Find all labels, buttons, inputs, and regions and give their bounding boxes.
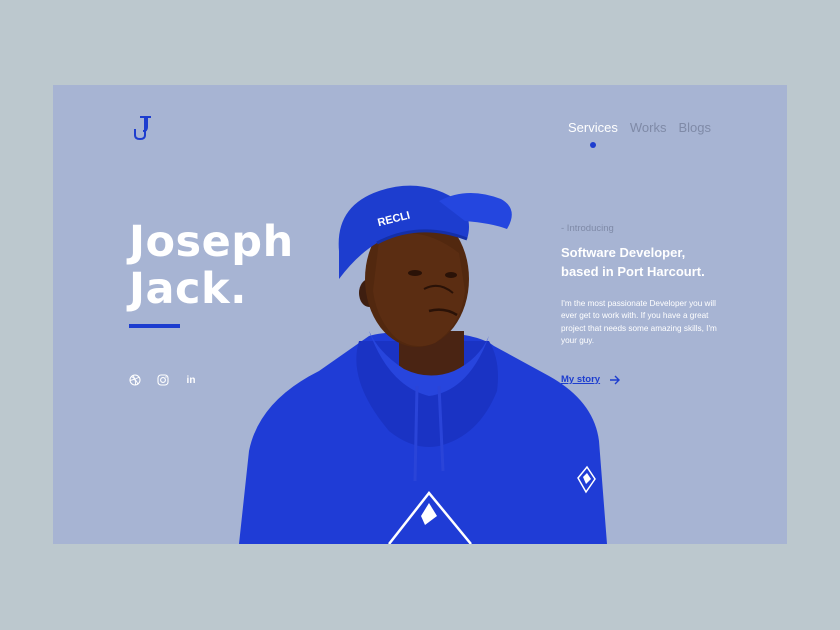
- headline-line-1: Software Developer,: [561, 245, 686, 260]
- nav-item-label: Blogs: [678, 120, 711, 135]
- dribbble-icon[interactable]: [129, 374, 141, 386]
- description: I'm the most passionate Developer you wi…: [561, 299, 717, 345]
- portrait-image: RECLI: [239, 185, 607, 544]
- arrow-right-icon: [610, 375, 621, 384]
- logo-icon[interactable]: [129, 113, 155, 141]
- social-links: in: [129, 374, 197, 386]
- headline-line-2: based in Port Harcourt.: [561, 264, 705, 279]
- active-indicator: [589, 142, 596, 148]
- intro-tag: - Introducing: [561, 223, 614, 234]
- nav-item-services[interactable]: Services: [568, 120, 618, 148]
- my-story-link[interactable]: My story: [561, 374, 621, 385]
- nav-item-works[interactable]: Works: [630, 120, 667, 135]
- linkedin-icon[interactable]: in: [185, 374, 197, 386]
- hero-card: Services Works Blogs Joseph Jack. in REC…: [53, 85, 787, 544]
- headline: Software Developer, based in Port Harcou…: [561, 243, 731, 281]
- nav-item-blogs[interactable]: Blogs: [678, 120, 711, 135]
- nav-item-label: Services: [568, 120, 618, 135]
- main-nav: Services Works Blogs: [568, 120, 711, 148]
- linkedin-label: in: [186, 374, 196, 386]
- my-story-label: My story: [561, 374, 601, 385]
- instagram-icon[interactable]: [157, 374, 169, 386]
- name-underline: [129, 324, 180, 328]
- nav-item-label: Works: [629, 120, 667, 135]
